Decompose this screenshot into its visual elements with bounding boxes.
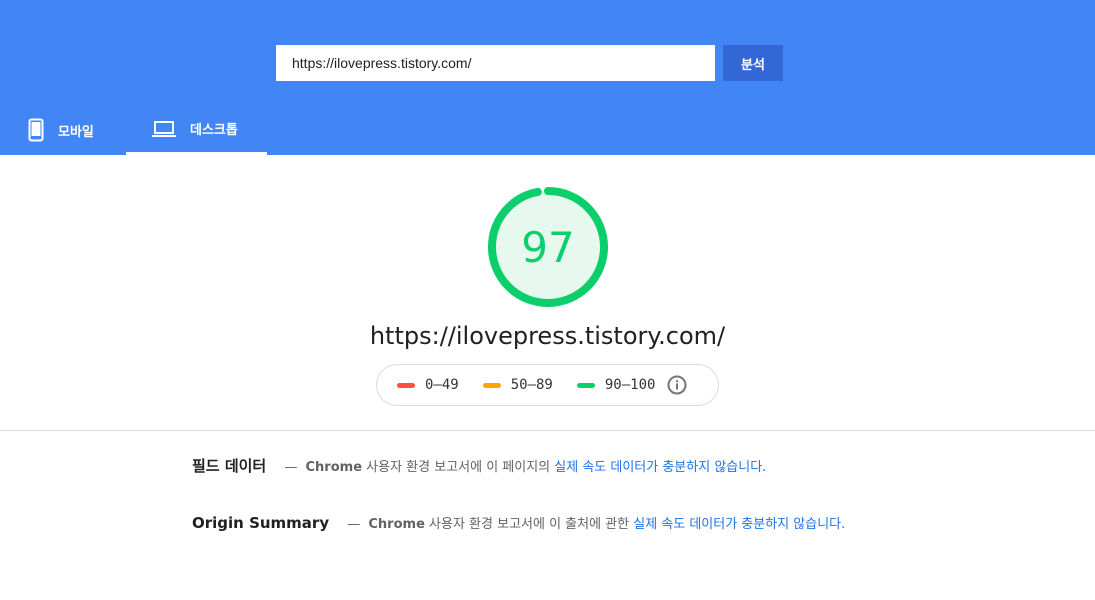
tab-desktop-label: 데스크톱 <box>190 123 238 138</box>
field-data-section: 필드 데이터 — Chrome 사용자 환경 보고서에 이 페이지의 실제 속도… <box>192 454 852 480</box>
legend-item-average: 50–89 <box>482 377 553 393</box>
info-icon[interactable] <box>667 375 687 395</box>
legend-range: 50–89 <box>510 377 553 393</box>
field-data-link[interactable]: 실제 속도 데이터가 충분하지 않습니다 <box>554 460 762 475</box>
origin-summary-end: . <box>841 517 846 532</box>
legend-range: 90–100 <box>604 377 656 393</box>
origin-summary-title: Origin Summary <box>192 514 330 532</box>
dash-separator: — <box>284 460 298 475</box>
tab-mobile[interactable]: 모바일 <box>0 105 126 155</box>
laptop-icon <box>152 120 176 138</box>
field-data-end: . <box>762 460 767 475</box>
tab-mobile-label: 모바일 <box>58 124 94 140</box>
legend-swatch <box>397 382 415 388</box>
tested-url: https://ilovepress.tistory.com/ <box>369 322 726 350</box>
performance-score: 97 <box>521 222 575 272</box>
legend-item-pass: 90–100 <box>576 377 656 393</box>
tab-desktop[interactable]: 데스크톱 <box>126 105 267 155</box>
legend-swatch <box>482 382 501 388</box>
origin-summary-link[interactable]: 실제 속도 데이터가 충분하지 않습니다 <box>633 517 841 532</box>
origin-summary-section: Origin Summary — Chrome 사용자 환경 보고서에 이 출처… <box>192 511 852 537</box>
legend-item-fail: 0–49 <box>397 377 459 393</box>
field-data-text: 사용자 환경 보고서에 이 페이지의 <box>362 460 555 475</box>
score-legend: 0–49 50–89 90–100 <box>376 364 719 406</box>
smartphone-icon <box>28 118 44 142</box>
analyze-button[interactable]: 분석 <box>723 45 783 81</box>
legend-range: 0–49 <box>425 377 459 393</box>
dash-separator: — <box>347 517 361 532</box>
field-data-title: 필드 데이터 <box>192 457 267 475</box>
url-input[interactable] <box>276 45 715 81</box>
legend-swatch <box>576 382 595 388</box>
chrome-brand-text: Chrome <box>368 517 425 532</box>
section-divider <box>0 430 1095 431</box>
origin-summary-text: 사용자 환경 보고서에 이 출처에 관한 <box>424 517 634 532</box>
chrome-brand-text: Chrome <box>305 460 363 475</box>
